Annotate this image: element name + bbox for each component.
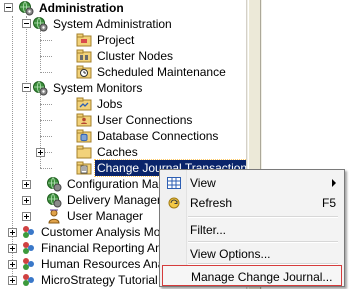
menu-item-label: View Options... [190, 247, 271, 261]
expand-caches-toggle[interactable] [36, 148, 45, 157]
expand-human-resources-toggle[interactable] [8, 260, 17, 269]
collapse-system-monitors-toggle[interactable] [22, 83, 31, 92]
tree-line [40, 40, 52, 41]
tree-item-delivery-managers[interactable]: Delivery Managers [46, 192, 169, 208]
user-manager-icon [48, 209, 60, 224]
menu-item-view[interactable]: View [162, 172, 342, 194]
tree-item-project[interactable]: Project [76, 32, 136, 48]
tree-item-database-connections[interactable]: Database Connections [76, 128, 220, 144]
tree-line [40, 168, 52, 169]
tree-line [40, 30, 41, 70]
globe-gear-icon [47, 177, 62, 192]
database-connections-icon [76, 129, 92, 143]
user-connections-icon [76, 113, 92, 127]
tree-item-label: User Connections [97, 113, 193, 127]
schedule-icon [76, 65, 92, 79]
menu-item-label: Refresh [190, 196, 233, 210]
caches-folder-icon [76, 145, 92, 159]
tree-item-label: Jobs [97, 97, 123, 111]
tree-line [40, 56, 52, 57]
submenu-arrow-icon [332, 179, 336, 187]
tree-item-label: Database Connections [97, 129, 219, 143]
refresh-icon [164, 195, 184, 211]
tree-item-label: Project [97, 33, 135, 47]
menu-separator [188, 216, 338, 218]
project-icon [23, 242, 34, 254]
tree-item-system-administration[interactable]: System Administration [32, 16, 174, 32]
globe-gear-icon [19, 1, 34, 16]
globe-gear-icon [33, 17, 48, 32]
menu-item-shortcut: F5 [321, 196, 336, 210]
tree-item-caches[interactable]: Caches [76, 144, 140, 160]
change-journal-icon [76, 161, 92, 175]
tree-line [40, 72, 52, 73]
project-icon [23, 258, 34, 270]
collapse-system-administration-toggle[interactable] [22, 19, 31, 28]
cluster-nodes-icon [76, 49, 92, 63]
menu-item-manage-change-journal[interactable]: Manage Change Journal... [162, 265, 342, 286]
tree-item-administration[interactable]: Administration [18, 0, 126, 16]
context-menu: View Refresh F5 Filter... View Options..… [159, 169, 345, 287]
tree-item-microstrategy-tutorial[interactable]: MicroStrategy Tutorial [20, 272, 160, 288]
expand-microstrategy-tutorial-toggle[interactable] [8, 276, 17, 285]
menu-item-label: Manage Change Journal... [191, 270, 333, 284]
tree-item-jobs[interactable]: Jobs [76, 96, 124, 112]
tree-item-label: Scheduled Maintenance [97, 65, 226, 79]
menu-item-label: Filter... [190, 223, 227, 237]
tree-item-label: Cluster Nodes [97, 49, 174, 63]
tree-item-label: System Monitors [53, 81, 143, 95]
menu-item-label: View [190, 176, 216, 190]
tree-item-label: System Administration [53, 17, 172, 31]
jobs-icon [76, 97, 92, 111]
menu-item-view-options[interactable]: View Options... [162, 243, 342, 265]
expand-configuration-managers-toggle[interactable] [22, 180, 31, 189]
menu-item-filter[interactable]: Filter... [162, 219, 342, 241]
expand-user-manager-toggle[interactable] [22, 212, 31, 221]
menu-item-refresh[interactable]: Refresh F5 [162, 192, 342, 214]
globe-gear-icon [47, 193, 62, 208]
tree-line [40, 120, 52, 121]
project-folder-icon [76, 33, 92, 47]
project-icon [23, 226, 34, 238]
tree-item-cluster-nodes[interactable]: Cluster Nodes [76, 48, 175, 64]
collapse-administration-toggle[interactable] [4, 3, 13, 12]
expand-financial-reporting-toggle[interactable] [8, 244, 17, 253]
project-icon [23, 274, 34, 286]
tree-line [40, 136, 52, 137]
globe-gear-icon [33, 81, 48, 96]
tree-item-user-connections[interactable]: User Connections [76, 112, 194, 128]
tree-item-user-manager[interactable]: User Manager [46, 208, 145, 224]
tree-line [40, 104, 52, 105]
tree-item-label: Caches [97, 145, 138, 159]
tree-item-scheduled-maintenance[interactable]: Scheduled Maintenance [76, 64, 228, 80]
tree-line [12, 16, 13, 282]
expand-customer-analysis-toggle[interactable] [8, 228, 17, 237]
tree-item-label: MicroStrategy Tutorial [41, 273, 158, 287]
tree-item-label: Delivery Managers [67, 193, 168, 207]
tree-item-label: User Manager [67, 209, 144, 223]
expand-delivery-managers-toggle[interactable] [22, 196, 31, 205]
tree-item-system-monitors[interactable]: System Monitors [32, 80, 144, 96]
view-grid-icon [164, 175, 184, 191]
tree-line [26, 16, 27, 178]
tree-item-label: Administration [39, 1, 124, 15]
